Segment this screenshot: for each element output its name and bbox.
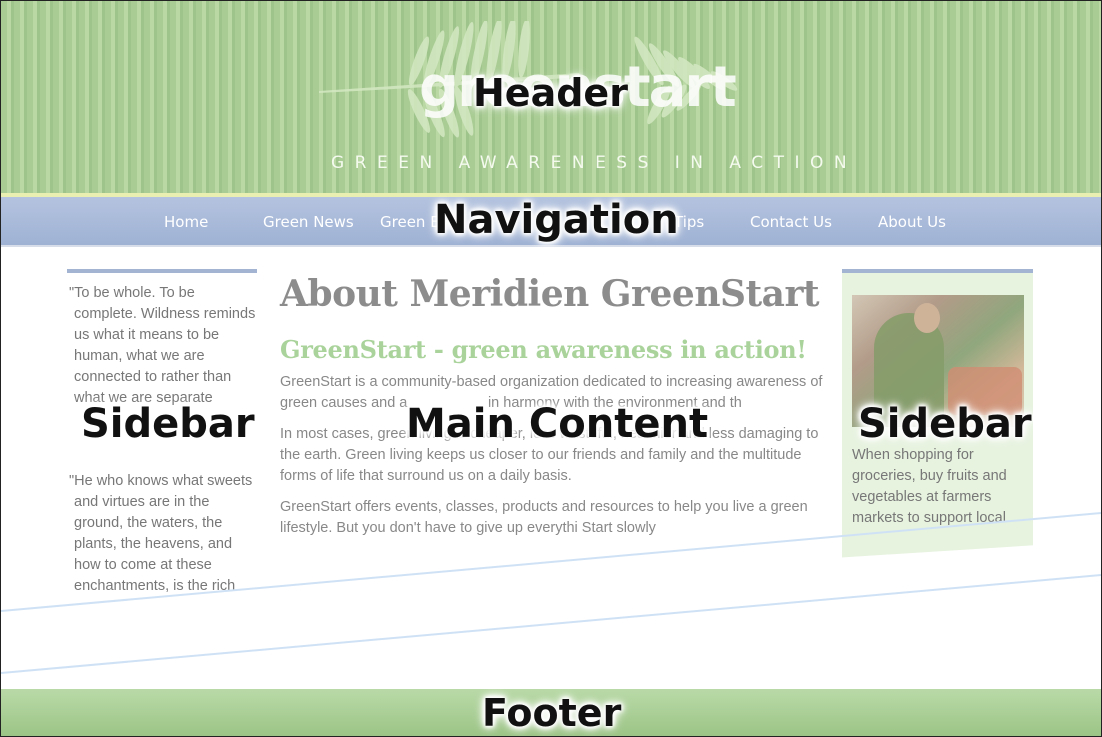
region-label-main-content: Main Content xyxy=(406,401,709,447)
nav-item-green-news[interactable]: Green News xyxy=(263,213,354,231)
paragraph: GreenStart offers events, classes, produ… xyxy=(280,499,808,536)
sidebar-tip: When shopping for groceries, buy fruits … xyxy=(852,447,1007,526)
region-label-footer: Footer xyxy=(482,691,622,735)
sidebar-tip: nding to work through Lakefront Park. xyxy=(852,587,992,624)
region-label-header: Header xyxy=(473,71,628,115)
quote-text: "He who knows what sweets and virtues ar… xyxy=(69,473,253,594)
quote: "He who knows what sweets and virtues ar… xyxy=(69,471,257,597)
nav-item-about-us[interactable]: About Us xyxy=(878,213,946,231)
quote: "To be whole. To be complete. Wildness r… xyxy=(69,283,257,409)
region-label-navigation: Navigation xyxy=(434,197,679,243)
quote-text: "To be whole. To be complete. Wildness r… xyxy=(69,285,256,406)
page-subtitle: GreenStart - green awareness in action! xyxy=(280,335,807,364)
region-label-sidebar-right: Sidebar xyxy=(858,401,1032,447)
tagline: GREEN AWARENESS IN ACTION xyxy=(331,153,858,173)
page-title: About Meridien GreenStart xyxy=(280,273,820,315)
nav-item-green-events[interactable]: Green E xyxy=(380,213,440,231)
region-label-sidebar-left: Sidebar xyxy=(81,401,255,447)
nav-item-contact-us[interactable]: Contact Us xyxy=(750,213,832,231)
shopper-head xyxy=(914,303,940,333)
sidebar-right: When shopping for groceries, buy fruits … xyxy=(842,269,1033,676)
nav-item-home[interactable]: Home xyxy=(164,213,208,231)
page-frame: greenstart GREEN AWARENESS IN ACTION Hom… xyxy=(0,0,1102,737)
